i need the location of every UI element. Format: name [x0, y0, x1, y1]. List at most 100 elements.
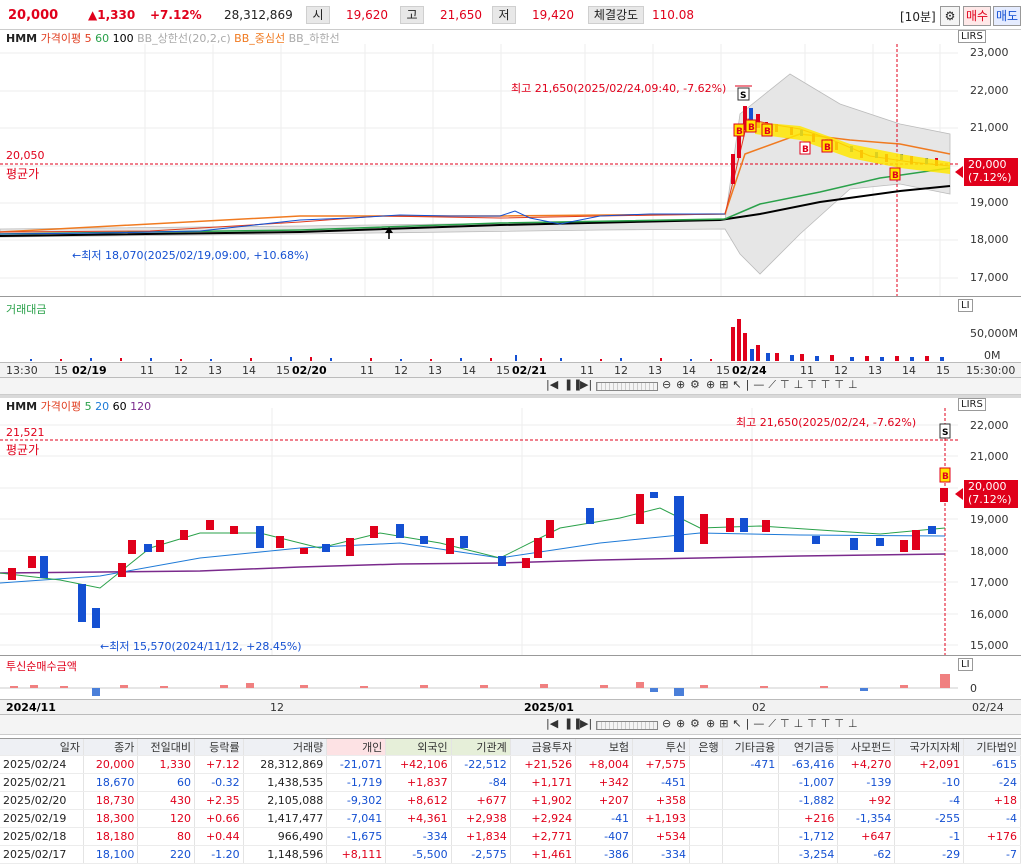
table-cell: -1,882 [778, 791, 839, 810]
column-header[interactable]: 투신 [632, 739, 691, 756]
daily-up-candles [8, 488, 948, 580]
x-tick: 11 [800, 364, 814, 377]
table-cell: +1,902 [510, 791, 577, 810]
ma20-line [0, 507, 946, 589]
table-cell: +8,111 [326, 845, 387, 864]
column-header[interactable]: 국가지자체 [894, 739, 965, 756]
strength-value: 110.08 [652, 8, 694, 22]
table-row[interactable]: 2025/02/18 18,180 80 +0.44 966,490 -1,675 -334… [0, 827, 1021, 846]
table-cell: +1,834 [451, 827, 511, 846]
table-row[interactable]: 2025/02/21 18,670 60 -0.32 1,438,535 -1,719 +1… [0, 773, 1021, 792]
zoom-out-icon[interactable]: ⊖ [662, 717, 671, 730]
invest-toolbar-icons[interactable]: LI [958, 658, 973, 671]
daily-price-plot: B S [0, 408, 958, 655]
column-header[interactable]: 전일대비 [137, 739, 196, 756]
column-header[interactable]: 은행 [689, 739, 723, 756]
svg-text:B: B [764, 127, 771, 137]
gear-icon[interactable]: ⚙ [940, 6, 960, 26]
table-cell: +2,924 [510, 809, 577, 828]
current-price-tag-pct: (7.12%) [968, 171, 1012, 184]
table-row[interactable]: 2025/02/19 18,300 120 +0.66 1,417,477 -7,041 +… [0, 809, 1021, 828]
zoom-out-icon[interactable]: ⊖ [662, 378, 671, 391]
zoom-in-icon[interactable]: ⊕ [676, 717, 685, 730]
table-cell: +647 [837, 827, 896, 846]
current-price-tag-value: 20,000 [968, 480, 1007, 493]
interval-selector[interactable]: [10분] [900, 8, 936, 25]
top-scroll-controls: |◀ ❚❚ ▶| ⊖ ⊕ ⚙ ⊕⊞↖|—⟋⊤⊥⊤⊤⊤⊥ [0, 378, 1021, 395]
invest-trust-pane[interactable]: 투신순매수금액 LI 0 [0, 655, 1021, 699]
table-cell [689, 827, 723, 846]
column-header[interactable]: 보험 [575, 739, 634, 756]
scroll-first-button[interactable]: |◀ [546, 717, 558, 730]
scroll-first-button[interactable]: |◀ [546, 378, 558, 391]
x-tick: 13 [648, 364, 662, 377]
column-header[interactable]: 등락률 [194, 739, 244, 756]
table-cell: -139 [837, 773, 896, 792]
column-header[interactable]: 외국인 [385, 739, 452, 756]
intraday-price-chart[interactable]: HMM 가격이평 5 60 100 BB_상한선(20,2,c) BB_중심선 … [0, 30, 1021, 296]
zoom-slider[interactable] [596, 382, 658, 391]
zoom-slider[interactable] [596, 721, 658, 730]
table-cell: 220 [137, 845, 196, 864]
play-button[interactable]: ▶| [580, 717, 592, 730]
table-row[interactable]: 2025/02/20 18,730 430 +2.35 2,105,088 -9,302 +… [0, 791, 1021, 810]
volume-pane[interactable]: 거래대금 LI 50,000M 0M [0, 296, 1021, 362]
axis-right-label: 15:30:00 [966, 364, 1016, 377]
table-cell: -10 [894, 773, 965, 792]
column-header[interactable]: 종가 [83, 739, 139, 756]
column-header[interactable]: 금융투자 [510, 739, 577, 756]
chart-toolbar-icons[interactable]: LIRS [958, 30, 986, 43]
x-tick: 14 [462, 364, 476, 377]
column-header[interactable]: 기타법인 [963, 739, 1021, 756]
column-header[interactable]: 연기금등 [778, 739, 839, 756]
y-tick: 21,000 [970, 450, 1009, 463]
zoom-in-icon[interactable]: ⊕ [676, 378, 685, 391]
table-cell: -5,500 [385, 845, 452, 864]
settings-icon[interactable]: ⚙ [690, 378, 700, 391]
drawing-tools[interactable]: ⊕⊞↖|—⟋⊤⊥⊤⊤⊤⊥ [706, 717, 862, 731]
table-row[interactable]: 2025/02/17 18,100 220 -1.20 1,148,596 +8,111-… [0, 845, 1021, 864]
chart-toolbar-icons[interactable]: LIRS [958, 398, 986, 411]
settings-icon[interactable]: ⚙ [690, 717, 700, 730]
volume-toolbar-icons[interactable]: LI [958, 299, 973, 312]
volume-value: 28,312,869 [224, 8, 293, 22]
svg-text:S: S [942, 428, 948, 438]
table-cell: 2,105,088 [243, 791, 328, 810]
sell-button[interactable]: 매도 [993, 6, 1021, 26]
table-cell [689, 755, 723, 774]
x-tick: 15 [716, 364, 730, 377]
column-header[interactable]: 사모펀드 [837, 739, 896, 756]
table-cell: -7,041 [326, 809, 387, 828]
column-header[interactable]: 기타금융 [722, 739, 780, 756]
table-cell: +4,270 [837, 755, 896, 774]
table-cell: 2025/02/17 [0, 845, 84, 864]
column-header[interactable]: 개인 [326, 739, 387, 756]
column-header[interactable]: 기관계 [451, 739, 511, 756]
table-cell: 2025/02/18 [0, 827, 84, 846]
table-cell: +216 [778, 809, 839, 828]
table-cell: +0.66 [194, 809, 244, 828]
table-cell: -334 [385, 827, 452, 846]
buy-button[interactable]: 매수 [963, 6, 991, 26]
column-header[interactable]: 일자 [0, 739, 84, 756]
current-price-tag-value: 20,000 [968, 158, 1007, 171]
invest-bars [0, 674, 958, 696]
x-tick: 12 [394, 364, 408, 377]
x-tick: 13 [428, 364, 442, 377]
play-button[interactable]: ▶| [580, 378, 592, 391]
table-cell: -1,354 [837, 809, 896, 828]
daily-price-chart[interactable]: HMM 가격이평 5 20 60 120 LIRS B S 최고 21,650(… [0, 398, 1021, 655]
table-row[interactable]: 2025/02/24 20,000 1,330 +7.12 28,312,869 -21,… [0, 755, 1021, 774]
y-tick: 18,000 [970, 545, 1009, 558]
table-cell: -4 [894, 791, 965, 810]
table-cell: -63,416 [778, 755, 839, 774]
table-cell: -3,254 [778, 845, 839, 864]
y-tick: 17,000 [970, 271, 1009, 284]
x-tick: 12 [834, 364, 848, 377]
table-cell [689, 773, 723, 792]
table-cell: -24 [963, 773, 1021, 792]
drawing-tools[interactable]: ⊕⊞↖|—⟋⊤⊥⊤⊤⊤⊥ [706, 378, 862, 392]
bottom-scroll-controls: |◀ ❚❚ ▶| ⊖ ⊕ ⚙ ⊕⊞↖|—⟋⊤⊥⊤⊤⊤⊥ [0, 715, 1021, 735]
column-header[interactable]: 거래량 [243, 739, 328, 756]
y-tick: 18,000 [970, 233, 1009, 246]
